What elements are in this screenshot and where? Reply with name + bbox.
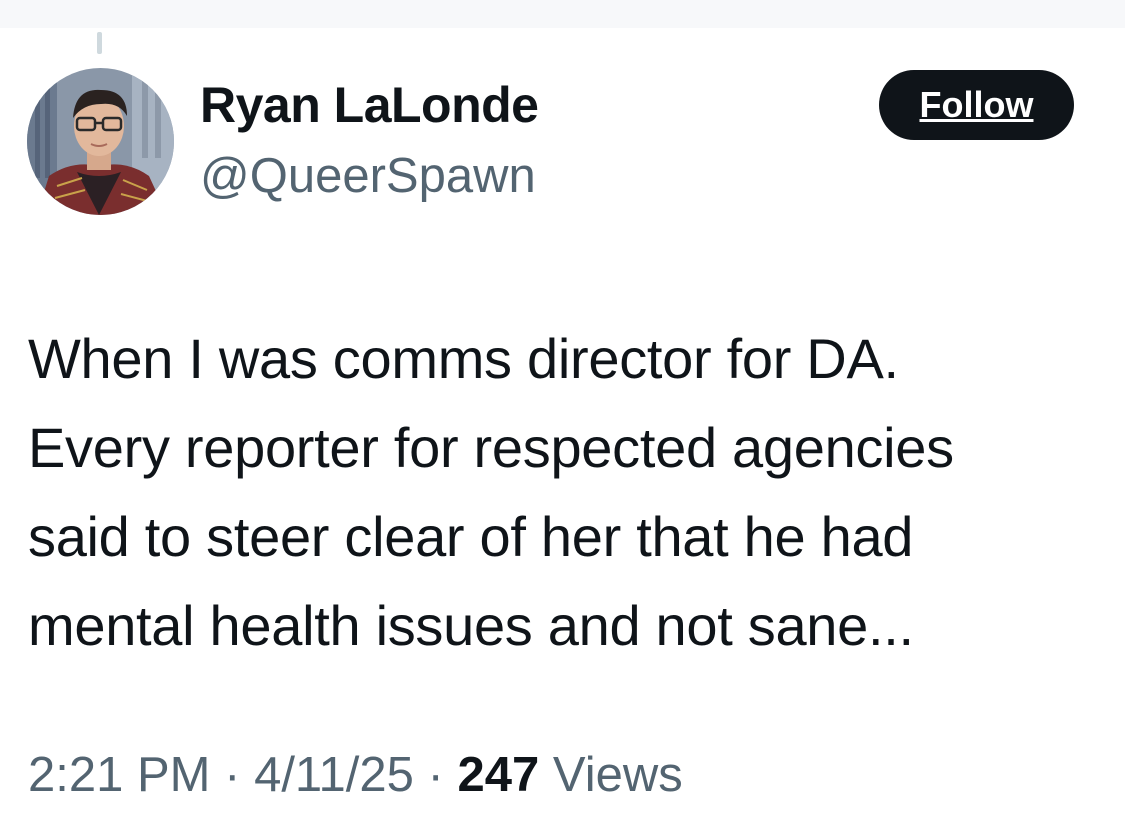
views-count: 247: [457, 748, 540, 802]
meta-separator: ·: [224, 748, 241, 802]
follow-button[interactable]: Follow: [879, 70, 1074, 140]
meta-separator: ·: [427, 748, 444, 802]
tweet-text: When I was comms director for DA. Every …: [28, 327, 954, 657]
thread-line: [97, 32, 102, 54]
top-strip: [0, 0, 1125, 28]
user-handle[interactable]: @QueerSpawn: [200, 148, 536, 204]
avatar[interactable]: [27, 68, 174, 215]
tweet-date[interactable]: 4/11/25: [254, 748, 414, 802]
tweet-time[interactable]: 2:21 PM: [28, 748, 210, 802]
display-name[interactable]: Ryan LaLonde: [200, 76, 539, 134]
tweet-meta: 2:21 PM · 4/11/25 · 247 Views: [28, 747, 683, 803]
avatar-image: [27, 68, 174, 215]
views-label: Views: [552, 748, 683, 802]
